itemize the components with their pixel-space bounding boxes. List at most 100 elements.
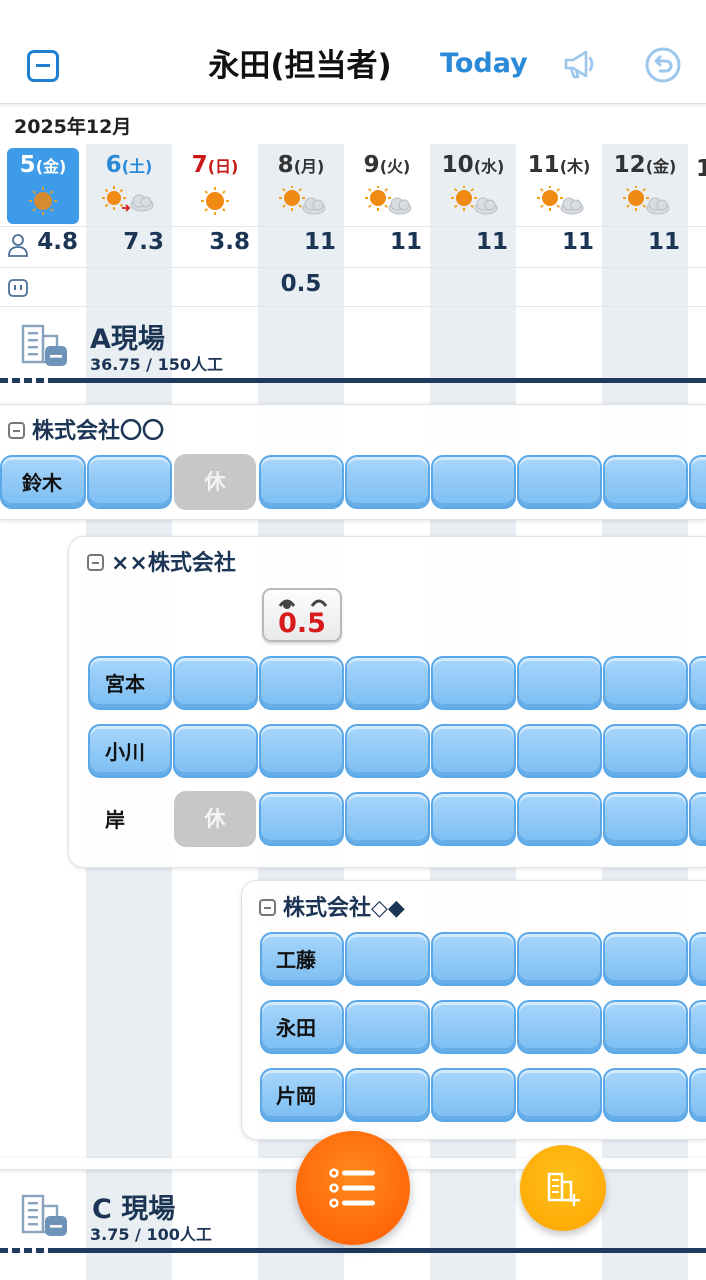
- company-name[interactable]: ××株式会社: [87, 545, 236, 577]
- worker-count: 4.8: [37, 229, 78, 255]
- day-header[interactable]: 7(日): [172, 148, 258, 224]
- day-header[interactable]: 10(水): [430, 148, 516, 224]
- schedule-cell[interactable]: [259, 724, 344, 778]
- schedule-cell[interactable]: [517, 792, 602, 846]
- worker-name[interactable]: 宮本: [105, 668, 145, 697]
- site-stats: 36.75 / 150人工: [90, 355, 223, 374]
- site-divider: [0, 1248, 706, 1253]
- worker-count: 11: [303, 229, 336, 255]
- day-header[interactable]: 5(金): [0, 148, 86, 224]
- day-label: 5(金): [19, 152, 67, 178]
- schedule-cell[interactable]: [603, 1000, 688, 1054]
- day-header[interactable]: 11(木): [516, 148, 602, 224]
- worker-count: 3.8: [209, 229, 250, 255]
- worker-count: 7.3: [123, 229, 164, 255]
- day-label: 8(月): [277, 152, 325, 178]
- schedule-cell[interactable]: [431, 1000, 516, 1054]
- sunny-weather-icon: [201, 187, 229, 215]
- worker-name[interactable]: 岸: [105, 804, 125, 833]
- schedule-cell[interactable]: [603, 455, 688, 509]
- schedule-cell[interactable]: [517, 1068, 602, 1122]
- schedule-cell[interactable]: [603, 932, 688, 986]
- schedule-cell[interactable]: [603, 656, 688, 710]
- undo-icon[interactable]: [644, 46, 682, 84]
- schedule-cell[interactable]: [345, 455, 430, 509]
- building-minus-icon[interactable]: [20, 323, 70, 369]
- schedule-cell[interactable]: [173, 656, 258, 710]
- today-button[interactable]: Today: [440, 48, 528, 79]
- schedule-cell[interactable]: [345, 932, 430, 986]
- worker-count: 11: [647, 229, 680, 255]
- counter-value: 0.5: [278, 608, 326, 639]
- day-off-cell[interactable]: 休: [174, 791, 256, 847]
- collapse-icon[interactable]: [8, 422, 25, 439]
- schedule-cell[interactable]: [259, 455, 344, 509]
- schedule-cell[interactable]: [689, 1068, 706, 1122]
- schedule-cell[interactable]: [345, 1068, 430, 1122]
- sunny-weather-icon: [29, 187, 57, 215]
- schedule-cell[interactable]: [603, 792, 688, 846]
- collapse-icon[interactable]: [259, 899, 276, 916]
- day-label: 7(日): [191, 152, 239, 178]
- worker-name[interactable]: 永田: [276, 1012, 316, 1041]
- month-label: 2025年12月: [14, 116, 132, 138]
- sunny-to-cloudy-weather-icon: [102, 186, 154, 212]
- plug-icon: [8, 279, 28, 297]
- collapse-icon[interactable]: [87, 554, 104, 571]
- building-minus-icon[interactable]: [20, 1193, 70, 1239]
- add-site-fab-button[interactable]: [520, 1145, 606, 1231]
- worker-count: 11: [475, 229, 508, 255]
- list-icon: [329, 1168, 375, 1208]
- company-name[interactable]: 株式会社〇〇: [8, 413, 164, 445]
- building-add-icon: [547, 1172, 580, 1206]
- day-off-cell[interactable]: 休: [174, 454, 256, 510]
- collapse-all-icon[interactable]: [27, 50, 59, 82]
- company-name[interactable]: 株式会社◇◆: [259, 890, 405, 922]
- schedule-cell[interactable]: [345, 656, 430, 710]
- day-header[interactable]: 8(月): [258, 148, 344, 224]
- worker-name[interactable]: 小川: [105, 736, 145, 765]
- megaphone-icon[interactable]: [562, 46, 598, 82]
- schedule-cell[interactable]: [517, 1000, 602, 1054]
- schedule-cell[interactable]: [431, 455, 516, 509]
- schedule-cell[interactable]: [689, 724, 706, 778]
- app-header: 永田(担当者) Today: [0, 0, 706, 104]
- schedule-cell[interactable]: [431, 932, 516, 986]
- schedule-cell[interactable]: [517, 932, 602, 986]
- schedule-cell[interactable]: [689, 792, 706, 846]
- worker-count: 11: [561, 229, 594, 255]
- schedule-cell[interactable]: [431, 656, 516, 710]
- day-label: 12(金): [613, 152, 677, 178]
- schedule-cell[interactable]: [431, 792, 516, 846]
- schedule-cell[interactable]: [689, 1000, 706, 1054]
- schedule-cell[interactable]: [689, 932, 706, 986]
- schedule-cell[interactable]: [259, 656, 344, 710]
- list-fab-button[interactable]: [296, 1131, 410, 1245]
- schedule-cell[interactable]: [603, 1068, 688, 1122]
- schedule-cell[interactable]: [689, 455, 706, 509]
- schedule-cell[interactable]: [431, 1068, 516, 1122]
- count-stepper[interactable]: 0.5: [262, 588, 342, 642]
- schedule-cell[interactable]: [259, 792, 344, 846]
- worker-name[interactable]: 片岡: [276, 1080, 316, 1109]
- schedule-cell[interactable]: [517, 724, 602, 778]
- schedule-cell[interactable]: [345, 1000, 430, 1054]
- schedule-cell[interactable]: [345, 724, 430, 778]
- schedule-cell[interactable]: [517, 455, 602, 509]
- day-header[interactable]: 6(土): [86, 148, 172, 224]
- schedule-cell[interactable]: [87, 455, 172, 509]
- day-header[interactable]: 9(火): [344, 148, 430, 224]
- schedule-cell[interactable]: [689, 656, 706, 710]
- schedule-cell[interactable]: [517, 656, 602, 710]
- schedule-cell[interactable]: [603, 724, 688, 778]
- next-day-peek: 1: [696, 156, 706, 182]
- worker-name[interactable]: 鈴木: [22, 467, 62, 496]
- schedule-cell[interactable]: [345, 792, 430, 846]
- day-label: 10(水): [441, 152, 505, 178]
- site-stats: 3.75 / 100人工: [90, 1225, 212, 1244]
- worker-name[interactable]: 工藤: [276, 944, 316, 973]
- schedule-cell[interactable]: [173, 724, 258, 778]
- sunny-cloudy-weather-icon: [623, 186, 670, 215]
- day-header[interactable]: 12(金): [602, 148, 688, 224]
- schedule-cell[interactable]: [431, 724, 516, 778]
